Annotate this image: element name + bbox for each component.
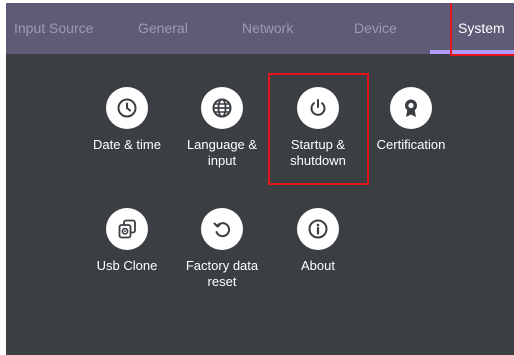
clock-icon (106, 87, 148, 129)
usb-clone-item[interactable]: Usb Clone (79, 208, 175, 274)
tab-device[interactable]: Device (354, 3, 397, 54)
power-icon (297, 87, 339, 129)
tab-input-source[interactable]: Input Source (14, 3, 93, 54)
info-icon (297, 208, 339, 250)
startup-shutdown-label: Startup & shutdown (290, 137, 346, 168)
factory-reset-item[interactable]: Factory data reset (174, 208, 270, 290)
usb-clone-icon (106, 208, 148, 250)
reset-icon (201, 208, 243, 250)
language-input-item[interactable]: Language & input (174, 87, 270, 169)
globe-icon (201, 87, 243, 129)
language-input-label: Language & input (186, 137, 258, 168)
tab-network[interactable]: Network (242, 3, 293, 54)
date-time-item[interactable]: Date & time (79, 87, 175, 153)
tab-bar: Input Source General Network Device Syst… (6, 3, 514, 54)
factory-reset-label: Factory data reset (185, 258, 259, 289)
active-tab-indicator (430, 50, 514, 54)
startup-shutdown-item[interactable]: Startup & shutdown (270, 87, 366, 169)
tab-general[interactable]: General (138, 3, 188, 54)
award-ribbon-icon (390, 87, 432, 129)
settings-window: Input Source General Network Device Syst… (6, 3, 514, 355)
usb-clone-label: Usb Clone (96, 258, 158, 273)
certification-item[interactable]: Certification (363, 87, 459, 153)
about-item[interactable]: About (270, 208, 366, 274)
tab-system[interactable]: System (458, 3, 505, 54)
date-time-label: Date & time (93, 137, 161, 152)
certification-label: Certification (376, 137, 446, 152)
about-label: About (301, 258, 335, 273)
